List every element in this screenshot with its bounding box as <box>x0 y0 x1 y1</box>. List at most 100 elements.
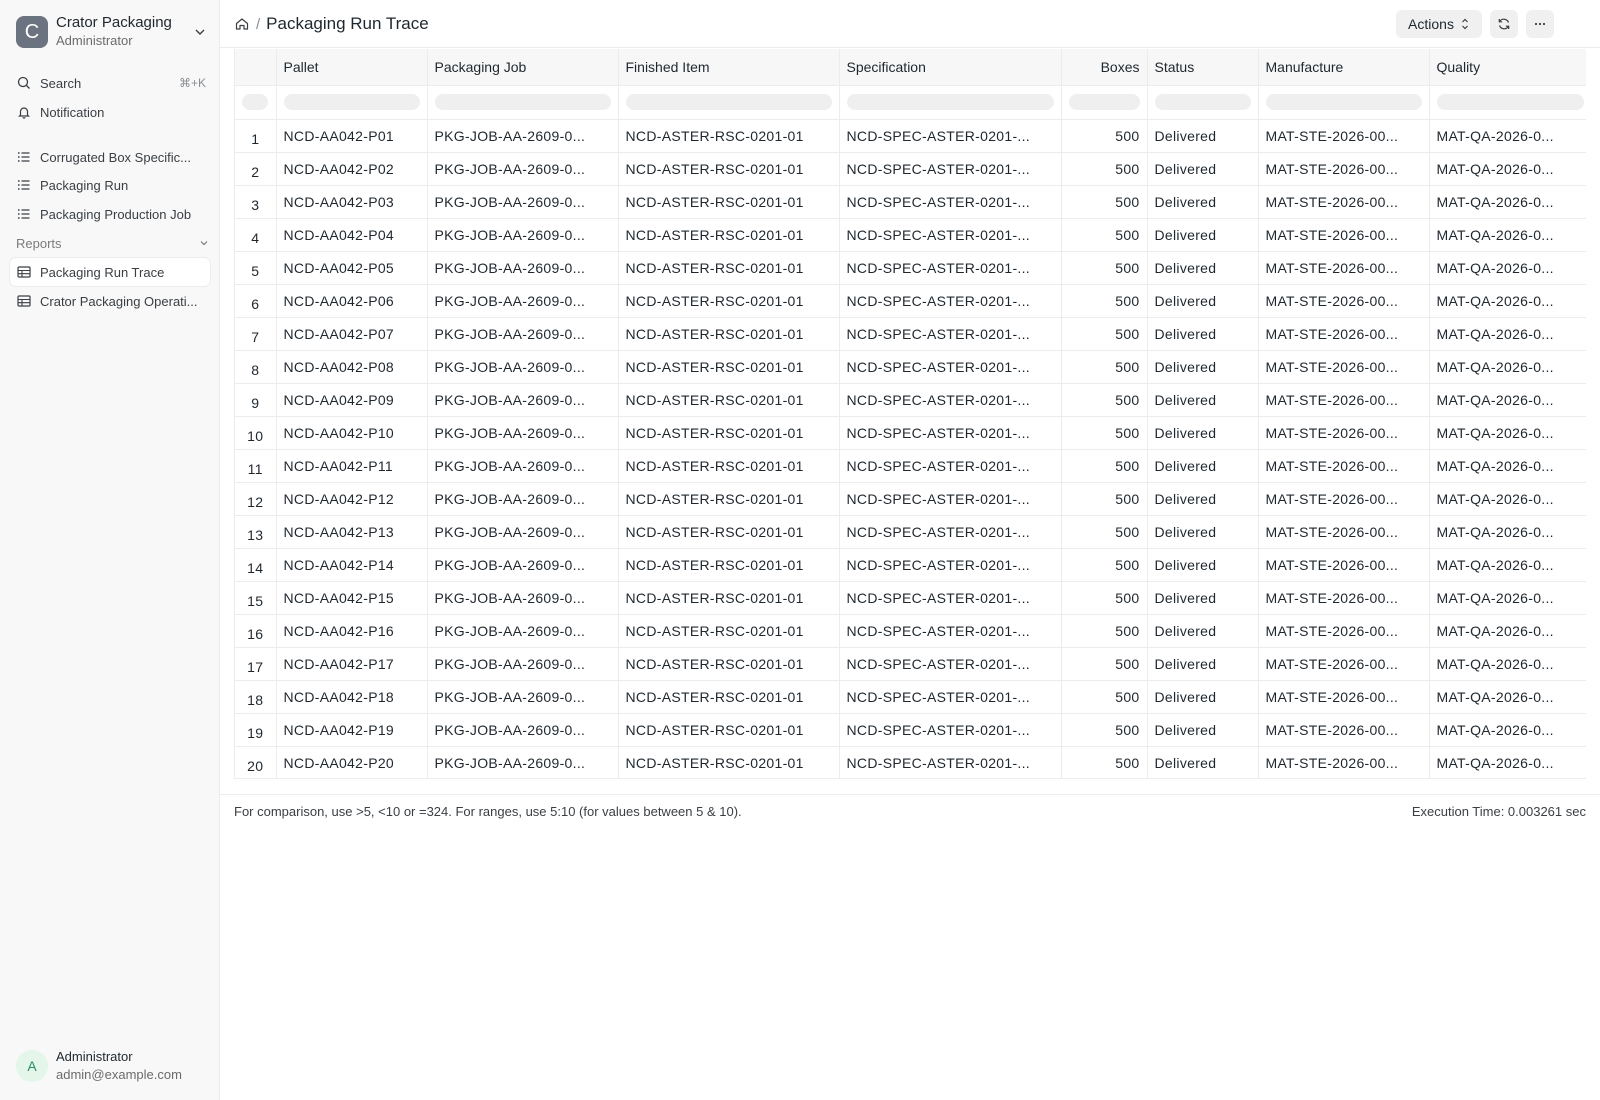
table-cell[interactable]: MAT-STE-2026-00... <box>1258 581 1430 615</box>
table-cell[interactable]: 500 <box>1061 548 1148 582</box>
table-cell[interactable]: 500 <box>1061 185 1148 219</box>
filter-input[interactable] <box>839 85 1062 120</box>
table-row[interactable]: 16 NCD-AA042-P16 PKG-JOB-AA-2609-0... NCD-A… <box>235 614 1586 648</box>
column-header[interactable]: Finished Item <box>618 49 840 86</box>
table-cell[interactable]: NCD-AA042-P03 <box>276 185 428 219</box>
table-cell[interactable]: NCD-AA042-P20 <box>276 746 428 778</box>
table-cell[interactable]: NCD-ASTER-RSC-0201-01 <box>618 647 840 681</box>
filter-input[interactable] <box>1061 85 1148 120</box>
reports-section-toggle[interactable]: Reports <box>16 233 210 253</box>
table-cell[interactable]: MAT-STE-2026-00... <box>1258 548 1430 582</box>
table-cell[interactable]: Delivered <box>1147 119 1259 153</box>
sidebar-notification[interactable]: Notification <box>10 98 210 126</box>
table-cell[interactable]: NCD-SPEC-ASTER-0201-... <box>839 449 1062 483</box>
table-cell[interactable]: NCD-AA042-P04 <box>276 218 428 252</box>
table-cell[interactable]: MAT-QA-2026-0... <box>1429 152 1586 186</box>
table-cell[interactable]: MAT-QA-2026-0... <box>1429 515 1586 549</box>
table-cell[interactable]: MAT-QA-2026-0... <box>1429 284 1586 318</box>
table-cell[interactable]: PKG-JOB-AA-2609-0... <box>427 416 619 450</box>
table-cell[interactable]: MAT-QA-2026-0... <box>1429 383 1586 417</box>
table-cell[interactable]: Delivered <box>1147 251 1259 285</box>
filter-input[interactable] <box>618 85 840 120</box>
column-header[interactable]: Boxes <box>1061 49 1148 86</box>
table-cell[interactable]: MAT-STE-2026-00... <box>1258 680 1430 714</box>
table-cell[interactable]: MAT-STE-2026-00... <box>1258 251 1430 285</box>
table-cell[interactable]: NCD-AA042-P19 <box>276 713 428 747</box>
table-cell[interactable]: MAT-STE-2026-00... <box>1258 119 1430 153</box>
table-cell[interactable]: NCD-AA042-P12 <box>276 482 428 516</box>
table-cell[interactable]: MAT-STE-2026-00... <box>1258 284 1430 318</box>
column-header[interactable]: Packaging Job <box>427 49 619 86</box>
table-cell[interactable]: 500 <box>1061 614 1148 648</box>
table-cell[interactable]: MAT-STE-2026-00... <box>1258 350 1430 384</box>
table-cell[interactable]: NCD-AA042-P11 <box>276 449 428 483</box>
table-cell[interactable]: MAT-QA-2026-0... <box>1429 119 1586 153</box>
table-cell[interactable]: NCD-ASTER-RSC-0201-01 <box>618 581 840 615</box>
table-cell[interactable]: MAT-STE-2026-00... <box>1258 746 1430 778</box>
table-cell[interactable]: Delivered <box>1147 284 1259 318</box>
table-cell[interactable]: NCD-ASTER-RSC-0201-01 <box>618 548 840 582</box>
table-cell[interactable]: MAT-STE-2026-00... <box>1258 218 1430 252</box>
table-cell[interactable]: NCD-SPEC-ASTER-0201-... <box>839 614 1062 648</box>
table-cell[interactable]: NCD-AA042-P15 <box>276 581 428 615</box>
table-row[interactable]: 17 NCD-AA042-P17 PKG-JOB-AA-2609-0... NCD-A… <box>235 647 1586 681</box>
table-cell[interactable]: Delivered <box>1147 647 1259 681</box>
table-cell[interactable]: PKG-JOB-AA-2609-0... <box>427 614 619 648</box>
table-cell[interactable]: NCD-SPEC-ASTER-0201-... <box>839 218 1062 252</box>
table-row[interactable]: 18 NCD-AA042-P18 PKG-JOB-AA-2609-0... NCD-A… <box>235 680 1586 714</box>
table-row[interactable]: 7 NCD-AA042-P07 PKG-JOB-AA-2609-0... NCD-AS… <box>235 317 1586 351</box>
table-cell[interactable]: 500 <box>1061 284 1148 318</box>
table-cell[interactable]: NCD-AA042-P08 <box>276 350 428 384</box>
table-cell[interactable]: Delivered <box>1147 680 1259 714</box>
filter-input[interactable] <box>1258 85 1430 120</box>
table-cell[interactable]: NCD-AA042-P06 <box>276 284 428 318</box>
column-header[interactable]: Quality <box>1429 49 1586 86</box>
table-row[interactable]: 6 NCD-AA042-P06 PKG-JOB-AA-2609-0... NCD-AS… <box>235 284 1586 318</box>
table-row[interactable]: 11 NCD-AA042-P11 PKG-JOB-AA-2609-0... NCD-A… <box>235 449 1586 483</box>
table-cell[interactable]: PKG-JOB-AA-2609-0... <box>427 680 619 714</box>
sidebar-item-corrugated-box-specification[interactable]: Corrugated Box Specific... <box>10 143 210 171</box>
table-cell[interactable]: Delivered <box>1147 482 1259 516</box>
table-cell[interactable]: NCD-SPEC-ASTER-0201-... <box>839 515 1062 549</box>
table-cell[interactable]: 500 <box>1061 251 1148 285</box>
table-row[interactable]: 8 NCD-AA042-P08 PKG-JOB-AA-2609-0... NCD-AS… <box>235 350 1586 384</box>
table-cell[interactable]: NCD-AA042-P07 <box>276 317 428 351</box>
table-cell[interactable]: 500 <box>1061 482 1148 516</box>
table-cell[interactable]: NCD-SPEC-ASTER-0201-... <box>839 152 1062 186</box>
table-cell[interactable]: MAT-STE-2026-00... <box>1258 515 1430 549</box>
table-cell[interactable]: NCD-AA042-P09 <box>276 383 428 417</box>
table-cell[interactable]: 500 <box>1061 746 1148 778</box>
table-cell[interactable]: MAT-QA-2026-0... <box>1429 746 1586 778</box>
table-cell[interactable]: PKG-JOB-AA-2609-0... <box>427 317 619 351</box>
sidebar-item-packaging-run[interactable]: Packaging Run <box>10 171 210 199</box>
table-cell[interactable]: Delivered <box>1147 218 1259 252</box>
table-cell[interactable]: NCD-SPEC-ASTER-0201-... <box>839 713 1062 747</box>
table-row[interactable]: 10 NCD-AA042-P10 PKG-JOB-AA-2609-0... NCD-A… <box>235 416 1586 450</box>
table-cell[interactable]: NCD-ASTER-RSC-0201-01 <box>618 152 840 186</box>
table-cell[interactable]: NCD-SPEC-ASTER-0201-... <box>839 647 1062 681</box>
sidebar-search[interactable]: Search ⌘+K <box>10 69 210 97</box>
table-cell[interactable]: NCD-AA042-P14 <box>276 548 428 582</box>
table-cell[interactable]: NCD-ASTER-RSC-0201-01 <box>618 383 840 417</box>
sidebar-item-packaging-production-job[interactable]: Packaging Production Job <box>10 200 210 228</box>
table-cell[interactable]: MAT-STE-2026-00... <box>1258 713 1430 747</box>
table-cell[interactable]: NCD-SPEC-ASTER-0201-... <box>839 680 1062 714</box>
table-cell[interactable]: NCD-ASTER-RSC-0201-01 <box>618 746 840 778</box>
table-row[interactable]: 20 NCD-AA042-P20 PKG-JOB-AA-2609-0... NCD-A… <box>235 746 1586 778</box>
table-cell[interactable]: NCD-SPEC-ASTER-0201-... <box>839 251 1062 285</box>
table-cell[interactable]: 500 <box>1061 119 1148 153</box>
table-cell[interactable]: PKG-JOB-AA-2609-0... <box>427 119 619 153</box>
table-row[interactable]: 1 NCD-AA042-P01 PKG-JOB-AA-2609-0... NCD-AS… <box>235 119 1586 153</box>
table-cell[interactable]: NCD-ASTER-RSC-0201-01 <box>618 185 840 219</box>
table-cell[interactable]: 500 <box>1061 350 1148 384</box>
table-cell[interactable]: NCD-AA042-P05 <box>276 251 428 285</box>
table-cell[interactable]: NCD-SPEC-ASTER-0201-... <box>839 482 1062 516</box>
table-cell[interactable]: MAT-STE-2026-00... <box>1258 614 1430 648</box>
table-cell[interactable]: NCD-AA042-P17 <box>276 647 428 681</box>
table-cell[interactable]: PKG-JOB-AA-2609-0... <box>427 515 619 549</box>
table-cell[interactable]: PKG-JOB-AA-2609-0... <box>427 713 619 747</box>
table-cell[interactable]: NCD-AA042-P10 <box>276 416 428 450</box>
table-cell[interactable]: 500 <box>1061 713 1148 747</box>
table-cell[interactable]: MAT-STE-2026-00... <box>1258 317 1430 351</box>
sidebar-item-packaging-run-trace[interactable]: Packaging Run Trace <box>10 258 210 286</box>
